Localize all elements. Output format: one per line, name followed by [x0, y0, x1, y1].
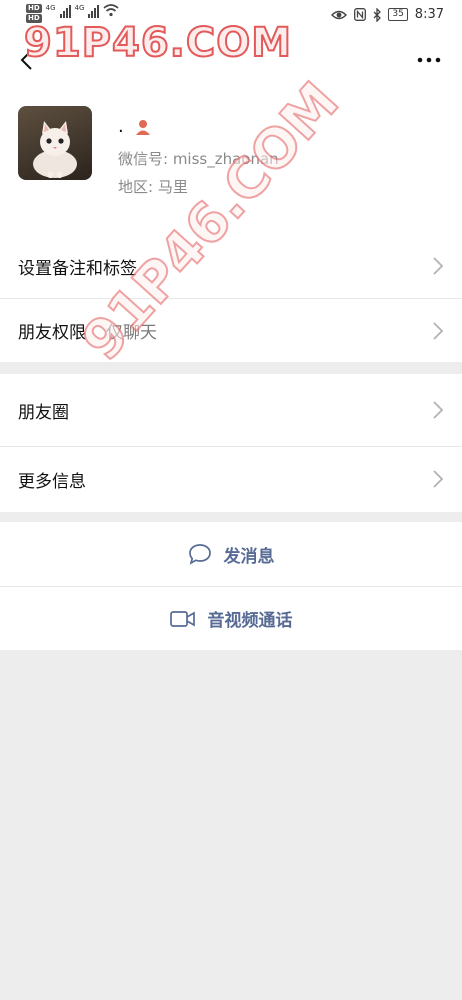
hd-badge: HD: [26, 14, 42, 23]
settings-card: 设置备注和标签 朋友权限 仅聊天: [0, 234, 462, 362]
row-label: 设置备注和标签: [18, 258, 137, 279]
clock: 8:37: [414, 7, 444, 22]
actions-card: 发消息 音视频通话: [0, 522, 462, 650]
battery-indicator: 35: [388, 8, 408, 21]
network-type: 4G: [74, 4, 85, 12]
moments-row[interactable]: 朋友圈: [0, 374, 462, 446]
video-call-button[interactable]: 音视频通话: [0, 586, 462, 650]
bluetooth-icon: [373, 7, 382, 22]
signal-area: HD HD 4G 4G: [26, 4, 119, 23]
status-bar: HD HD 4G 4G 35 8:37: [0, 0, 462, 32]
video-call-label: 音视频通话: [207, 611, 293, 631]
nickname: .: [118, 116, 124, 137]
profile-header: . 微信号: miss_zhaonan 地区: 马里: [0, 88, 462, 234]
friend-permissions-row[interactable]: 朋友权限 仅聊天: [0, 298, 462, 362]
chevron-right-icon: [433, 257, 444, 275]
row-label: 朋友圈: [18, 402, 69, 423]
signal-icon: [88, 4, 100, 18]
row-label: 更多信息: [18, 472, 86, 492]
nfc-icon: [354, 8, 367, 21]
chevron-right-icon: [433, 322, 444, 340]
wifi-icon: [103, 4, 119, 17]
wechat-id: 微信号: miss_zhaonan: [118, 150, 279, 168]
gender-person-icon: [135, 119, 150, 135]
eye-icon: [331, 10, 348, 19]
avatar[interactable]: [18, 106, 92, 180]
network-type: 4G: [45, 4, 56, 12]
chat-bubble-icon: [188, 544, 211, 565]
more-info-row[interactable]: 更多信息: [0, 446, 462, 512]
back-icon[interactable]: [14, 46, 42, 74]
status-right: 35 8:37: [331, 7, 444, 22]
kitten-avatar-image: [33, 121, 77, 178]
hd-badge: HD: [26, 4, 42, 13]
more-options-icon[interactable]: [414, 46, 444, 74]
send-message-label: 发消息: [223, 546, 275, 567]
send-message-button[interactable]: 发消息: [0, 522, 462, 586]
signal-icon: [59, 4, 71, 18]
permission-value: 仅聊天: [106, 323, 157, 343]
row-label: 朋友权限: [18, 323, 86, 343]
chevron-right-icon: [433, 401, 444, 419]
video-camera-icon: [169, 610, 195, 627]
nickname-row: .: [118, 116, 152, 137]
social-card: 朋友圈 更多信息: [0, 374, 462, 512]
top-nav: [0, 32, 462, 88]
chevron-right-icon: [433, 470, 444, 488]
set-remark-tags-row[interactable]: 设置备注和标签: [0, 234, 462, 298]
region: 地区: 马里: [118, 178, 188, 196]
